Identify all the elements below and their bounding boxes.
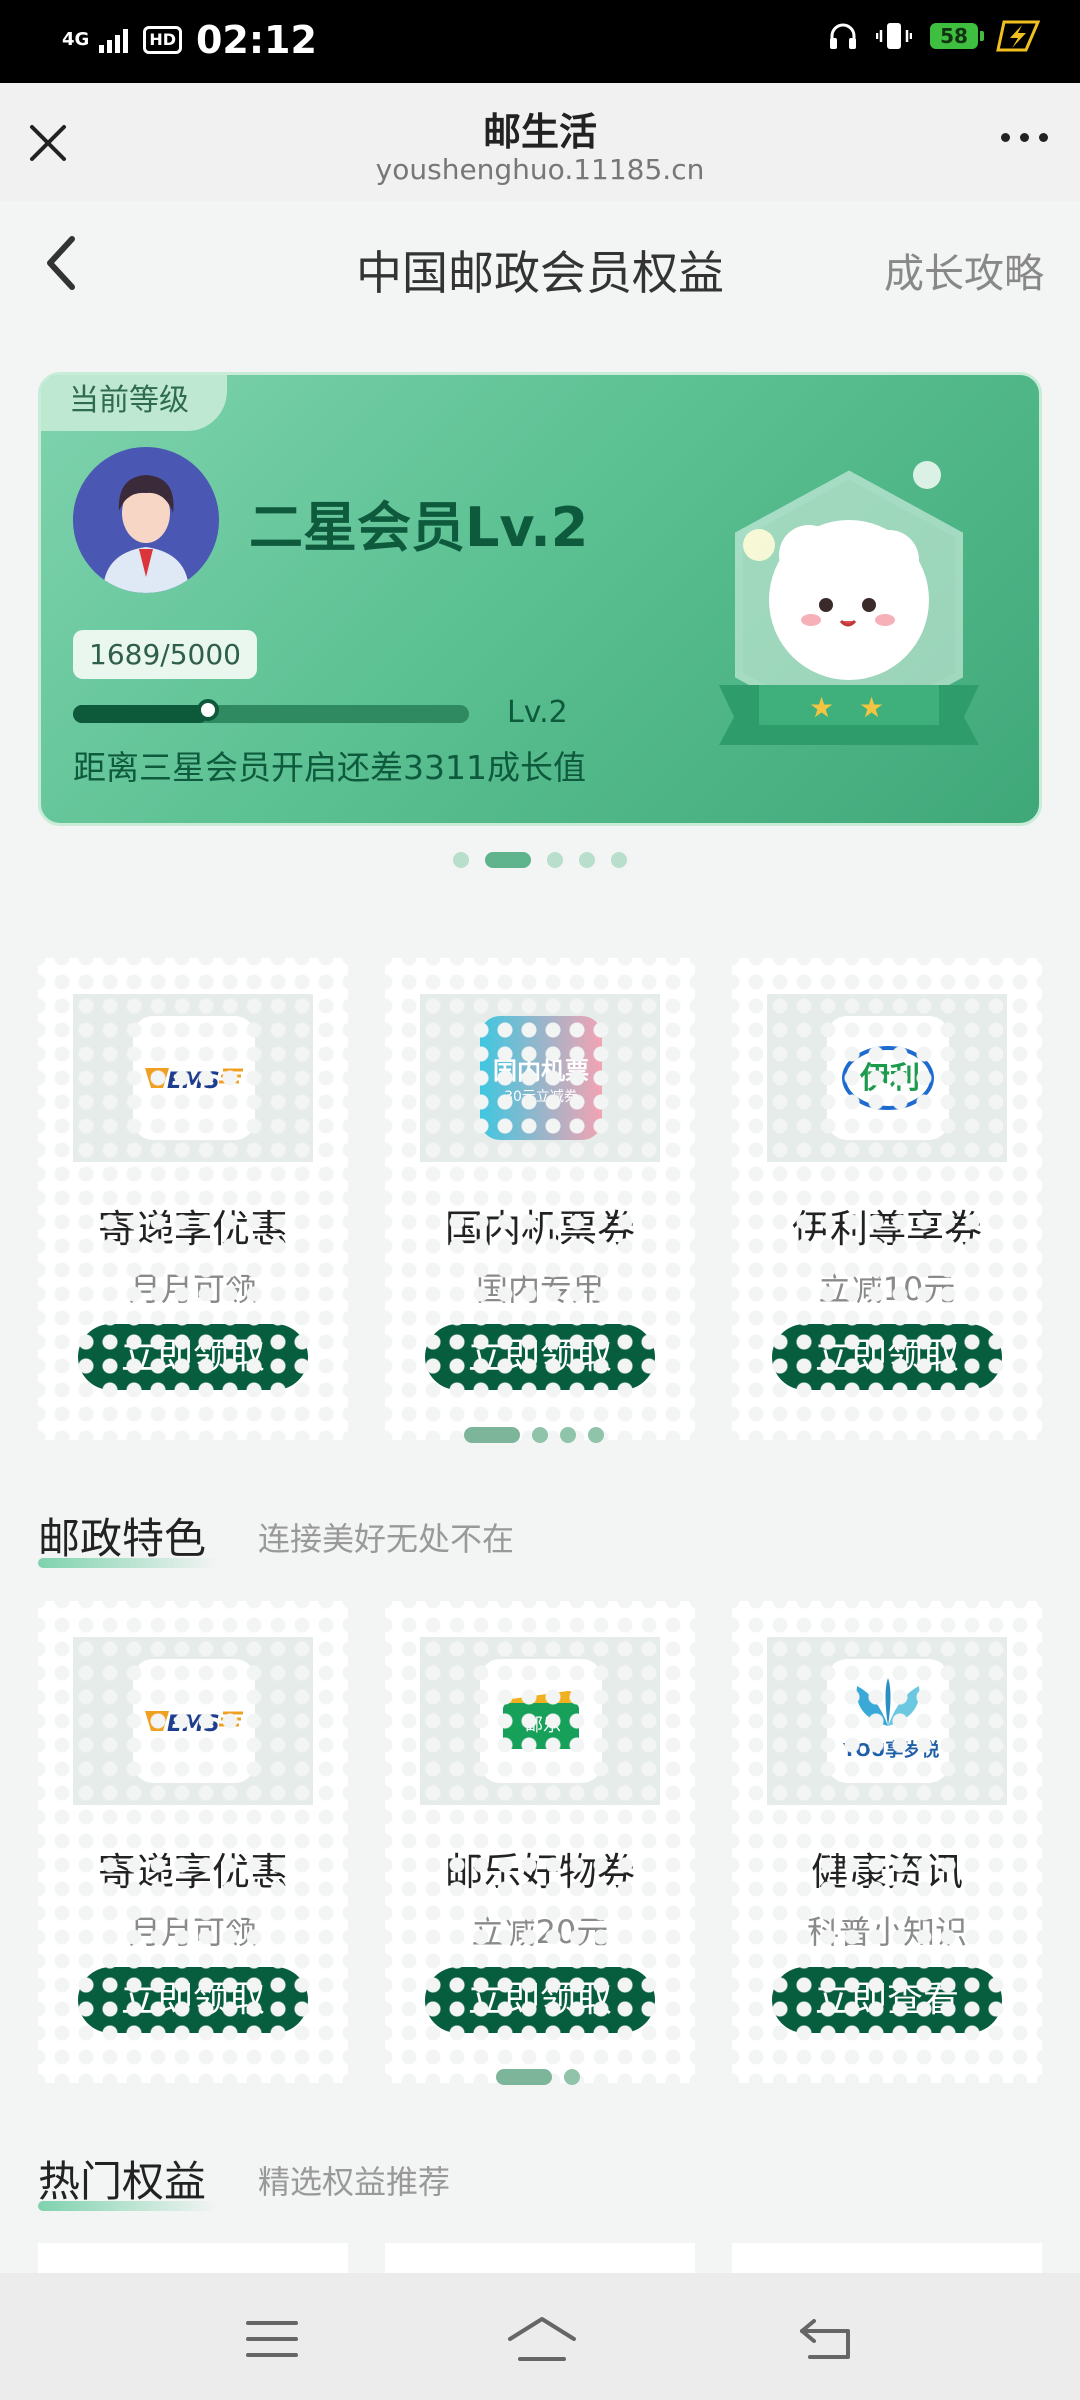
benefit-subtitle: 立减10元 (818, 1270, 956, 1308)
back-icon[interactable] (796, 2313, 856, 2365)
vibrate-icon (876, 23, 912, 49)
section-title-hot: 热门权益 (38, 2148, 218, 2211)
mascot-badge-illustration: ★ ★ (719, 461, 979, 745)
avatar (73, 447, 219, 593)
svg-text:EMS: EMS (167, 1712, 220, 1737)
benefit-image: 伊利 (767, 994, 1007, 1162)
benefit-title: 寄递享优惠 (97, 1207, 288, 1251)
benefit-title: 伊利尊享券 (791, 1207, 982, 1251)
svg-text:邮乐: 邮乐 (525, 1715, 561, 1736)
more-icon[interactable] (1001, 133, 1048, 142)
benefit-subtitle: 立减20元 (471, 1913, 609, 1951)
growth-gap-text: 距离三星会员开启还差3311成长值 (73, 748, 586, 787)
claim-button[interactable]: 立即领取 (772, 1324, 1002, 1390)
benefit-card-partial[interactable] (385, 2243, 695, 2273)
section-title-postal: 邮政特色 (38, 1505, 218, 1568)
benefit-image: 邮乐 (420, 1637, 660, 1805)
headphones-icon (830, 23, 856, 49)
browser-title: 邮生活 (482, 110, 597, 154)
svg-text:★: ★ (859, 691, 884, 724)
next-level-label: Lv.2 (507, 695, 568, 730)
growth-progress-fill (73, 705, 208, 723)
growth-guide-link[interactable]: 成长攻略 (884, 241, 1044, 299)
status-bar: 4G HD 02:12 58 (0, 0, 1080, 83)
browser-titlebar: 邮生活 youshenghuo.11185.cn (0, 83, 1080, 201)
claim-button[interactable]: 立即领取 (425, 1967, 655, 2033)
system-navigation-bar (0, 2273, 1080, 2400)
svg-text:YOU享岁悦: YOU享岁悦 (842, 1739, 939, 1761)
benefit-card-partial[interactable] (732, 2243, 1042, 2273)
growth-progress-knob (196, 699, 219, 721)
level-name: 二星会员Lv.2 (249, 496, 589, 559)
page-header: 中国邮政会员权益 成长攻略 (0, 201, 1080, 326)
benefit-subtitle: 科普小知识 (806, 1913, 967, 1951)
ems-logo-icon: EMS (133, 1659, 255, 1783)
flight-ticket-logo-icon: 国内机票 30元立减券 (480, 1016, 602, 1140)
signal-icon (99, 29, 129, 53)
benefits-row-2: EMS 寄递享优惠 月月可领 立即领取 邮乐 邮乐好物券 立减20元 立即领取 (38, 1601, 1042, 2083)
benefit-image: YOU享岁悦 (767, 1637, 1007, 1805)
row1-page-indicator (464, 1427, 604, 1443)
yili-logo-icon: 伊利 (827, 1016, 949, 1140)
battery-icon: 58 (930, 23, 984, 49)
benefits-row-1: EMS 寄递享优惠 月月可领 立即领取 国内机票 30元立减券 国内机票券 国内… (38, 958, 1042, 1440)
browser-url: youshenghuo.11185.cn (375, 153, 705, 186)
row2-page-indicator (496, 2069, 580, 2085)
benefit-title: 健康资讯 (810, 1850, 963, 1894)
benefit-card-ems-2[interactable]: EMS 寄递享优惠 月月可领 立即领取 (38, 1601, 348, 2083)
benefit-image: 国内机票 30元立减券 (420, 994, 660, 1162)
member-level-card[interactable]: 当前等级 二星会员Lv.2 1689/5000 Lv.2 距离三星会员开启还差3… (38, 372, 1042, 826)
you-xiangsuiyue-logo-icon: YOU享岁悦 (827, 1659, 949, 1783)
view-button[interactable]: 立即查看 (772, 1967, 1002, 2033)
benefit-title: 寄递享优惠 (97, 1850, 288, 1894)
benefit-card-flight[interactable]: 国内机票 30元立减券 国内机票券 国内专用 立即领取 (385, 958, 695, 1440)
benefit-subtitle: 月月可领 (128, 1270, 257, 1308)
ems-logo-icon: EMS (133, 1016, 255, 1140)
benefit-title: 国内机票券 (444, 1207, 635, 1251)
section-subtitle-hot: 精选权益推荐 (258, 2163, 451, 2201)
claim-button[interactable]: 立即领取 (425, 1324, 655, 1390)
youle-coupon-logo-icon: 邮乐 (480, 1659, 602, 1783)
benefit-card-partial[interactable] (38, 2243, 348, 2273)
network-type: 4G (62, 29, 90, 50)
benefits-row-3-partial (38, 2243, 1042, 2273)
menu-icon[interactable] (242, 2313, 302, 2365)
svg-text:EMS: EMS (167, 1069, 220, 1094)
benefit-card-youle[interactable]: 邮乐 邮乐好物券 立减20元 立即领取 (385, 1601, 695, 2083)
current-level-tag: 当前等级 (41, 375, 227, 431)
home-icon[interactable] (506, 2313, 578, 2365)
hd-icon: HD (143, 26, 182, 54)
benefit-card-yili[interactable]: 伊利 伊利尊享券 立减10元 立即领取 (732, 958, 1042, 1440)
growth-progress-bar (73, 699, 469, 723)
claim-button[interactable]: 立即领取 (78, 1324, 308, 1390)
svg-text:伊利: 伊利 (859, 1061, 920, 1096)
benefit-title: 邮乐好物券 (444, 1850, 635, 1894)
svg-text:★: ★ (809, 691, 834, 724)
carousel-indicator (0, 852, 1080, 868)
benefit-card-ems[interactable]: EMS 寄递享优惠 月月可领 立即领取 (38, 958, 348, 1440)
benefit-card-health[interactable]: YOU享岁悦 健康资讯 科普小知识 立即查看 (732, 1601, 1042, 2083)
growth-value-badge: 1689/5000 (73, 630, 257, 679)
benefit-subtitle: 月月可领 (128, 1913, 257, 1951)
benefit-subtitle: 国内专用 (475, 1270, 604, 1308)
benefit-image: EMS (73, 994, 313, 1162)
section-subtitle-postal: 连接美好无处不在 (258, 1520, 515, 1558)
clock: 02:12 (195, 18, 317, 62)
charging-icon (996, 20, 1040, 52)
benefit-image: EMS (73, 1637, 313, 1805)
claim-button[interactable]: 立即领取 (78, 1967, 308, 2033)
